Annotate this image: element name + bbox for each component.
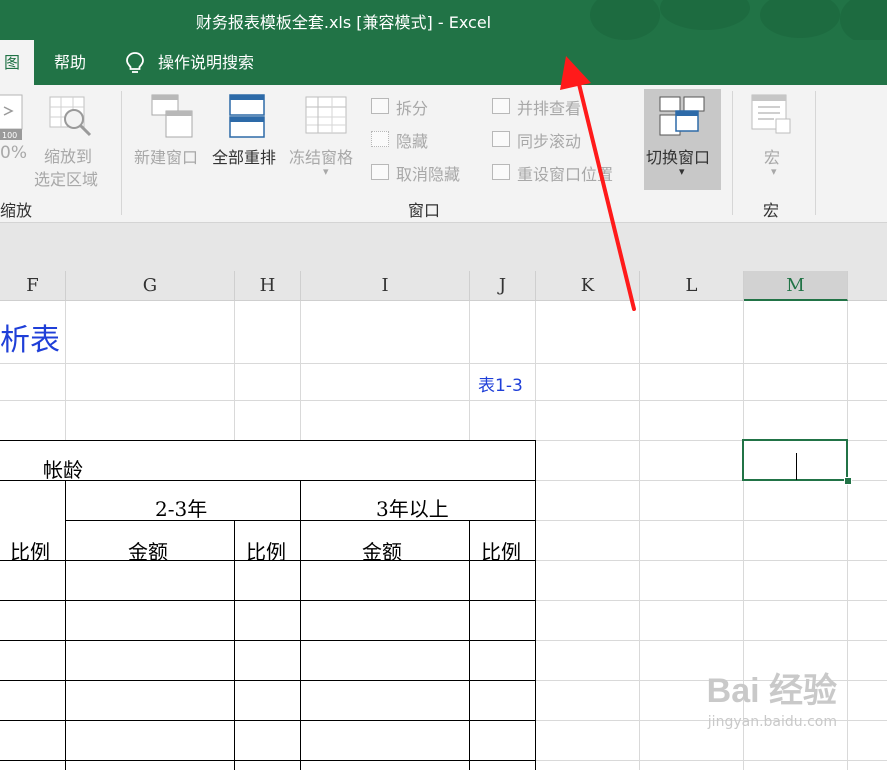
- tab-view[interactable]: 图: [0, 40, 34, 85]
- tell-me-search[interactable]: 操作说明搜索: [158, 40, 254, 85]
- text-cursor: [796, 453, 797, 480]
- ribbon-separator: [121, 91, 122, 215]
- side-by-side-label[interactable]: 并排查看: [517, 95, 581, 119]
- formula-bar-area: [0, 223, 887, 271]
- table-border: [0, 640, 536, 641]
- column-header-j[interactable]: J: [470, 271, 536, 301]
- table-border: [535, 440, 536, 770]
- svg-text:100: 100: [2, 131, 17, 140]
- watermark: Bai 经验 jingyan.baidu.com: [707, 663, 837, 730]
- range-3-plus-header[interactable]: 3年以上: [376, 493, 449, 522]
- switch-windows-button[interactable]: 切换窗口 ▾: [644, 89, 721, 190]
- reset-position-icon[interactable]: [492, 164, 510, 180]
- ratio-header-f[interactable]: 比例: [10, 536, 50, 565]
- gridline: [234, 301, 235, 440]
- title-bar: 财务报表模板全套.xls [兼容模式] - Excel: [0, 0, 887, 44]
- freeze-panes-icon[interactable]: [304, 93, 350, 139]
- column-header-l[interactable]: L: [640, 271, 744, 301]
- zoom-to-selection-label-2[interactable]: 选定区域: [34, 166, 98, 190]
- table-border: [300, 480, 301, 770]
- active-cell[interactable]: [742, 439, 848, 481]
- title-decoration: [760, 0, 840, 38]
- ratio-header-j[interactable]: 比例: [481, 536, 521, 565]
- zoom-100-icon[interactable]: 100: [0, 93, 28, 143]
- column-header-g[interactable]: G: [66, 271, 235, 301]
- range-2-3-header[interactable]: 2-3年: [155, 493, 207, 522]
- arrange-all-label[interactable]: 全部重排: [212, 144, 276, 168]
- table-border: [0, 720, 536, 721]
- new-window-icon[interactable]: [148, 93, 196, 141]
- ribbon-separator: [732, 91, 733, 215]
- sync-scroll-label[interactable]: 同步滚动: [517, 128, 581, 152]
- table-border: [469, 520, 470, 770]
- column-header-m[interactable]: M: [744, 271, 848, 301]
- tab-help[interactable]: 帮助: [54, 40, 86, 85]
- group-label-window: 窗口: [408, 201, 441, 220]
- split-label[interactable]: 拆分: [396, 95, 428, 119]
- chevron-down-icon[interactable]: ▾: [771, 165, 777, 178]
- amount-header-i[interactable]: 金额: [362, 536, 402, 565]
- fill-handle[interactable]: [844, 477, 852, 485]
- gridline: [535, 301, 536, 440]
- gridline: [0, 363, 887, 364]
- title-decoration: [590, 0, 660, 40]
- column-header-k[interactable]: K: [536, 271, 640, 301]
- gridline: [847, 301, 848, 770]
- ratio-header-h[interactable]: 比例: [246, 536, 286, 565]
- switch-windows-icon: [659, 96, 705, 136]
- side-by-side-icon[interactable]: [492, 98, 510, 114]
- gridline: [469, 301, 470, 440]
- gridline: [536, 560, 887, 561]
- table-border: [0, 440, 536, 441]
- watermark-url: jingyan.baidu.com: [707, 714, 837, 730]
- zoom-percent-label[interactable]: 0%: [0, 143, 27, 163]
- gridline: [536, 520, 887, 521]
- freeze-panes-label[interactable]: 冻结窗格: [289, 144, 353, 168]
- gridline: [65, 301, 66, 440]
- zoom-to-selection-icon[interactable]: [48, 93, 96, 139]
- hide-label[interactable]: 隐藏: [396, 128, 428, 152]
- gridline: [536, 640, 887, 641]
- aging-header[interactable]: 帐龄: [43, 454, 83, 483]
- gridline: [536, 600, 887, 601]
- column-header-h[interactable]: H: [235, 271, 301, 301]
- column-header-n[interactable]: [848, 271, 887, 301]
- gridline: [639, 301, 640, 770]
- table-border: [234, 520, 235, 770]
- ribbon-separator: [815, 91, 816, 215]
- reset-position-label[interactable]: 重设窗口位置: [517, 161, 613, 185]
- report-title[interactable]: 析表: [0, 315, 60, 359]
- macros-icon[interactable]: [750, 93, 798, 139]
- hide-icon[interactable]: [371, 131, 389, 147]
- group-label-zoom: 缩放: [0, 201, 33, 220]
- column-header-f[interactable]: F: [0, 271, 66, 301]
- switch-windows-label: 切换窗口: [646, 148, 711, 167]
- table-border: [0, 600, 536, 601]
- table-border: [65, 480, 66, 770]
- chevron-down-icon[interactable]: ▾: [323, 165, 329, 178]
- zoom-to-selection-label[interactable]: 缩放到: [44, 143, 92, 167]
- chevron-down-icon: ▾: [679, 165, 685, 178]
- column-header-i[interactable]: I: [301, 271, 470, 301]
- table-border: [0, 680, 536, 681]
- table-reference[interactable]: 表1-3: [478, 371, 523, 396]
- baidu-logo: Bai 经验: [706, 672, 837, 710]
- window-title: 财务报表模板全套.xls [兼容模式] - Excel: [195, 13, 492, 32]
- split-icon[interactable]: [371, 98, 389, 114]
- title-decoration: [840, 0, 887, 44]
- lightbulb-icon[interactable]: [124, 51, 146, 75]
- group-label-macros: 宏: [763, 201, 780, 220]
- ribbon-tabs: 图 帮助 操作说明搜索: [0, 40, 887, 85]
- sync-scroll-icon[interactable]: [492, 131, 510, 147]
- gridline: [0, 400, 887, 401]
- unhide-label[interactable]: 取消隐藏: [396, 161, 460, 185]
- table-border: [0, 760, 536, 761]
- arrange-all-icon[interactable]: [228, 93, 268, 141]
- gridline: [300, 301, 301, 440]
- ribbon: 100 0% 缩放到 选定区域 缩放 新建窗口 全部重排 冻结窗格 ▾ 拆分 隐…: [0, 85, 887, 223]
- unhide-icon[interactable]: [371, 164, 389, 180]
- amount-header-g[interactable]: 金额: [128, 536, 168, 565]
- new-window-label[interactable]: 新建窗口: [134, 144, 198, 168]
- gridline: [536, 760, 887, 761]
